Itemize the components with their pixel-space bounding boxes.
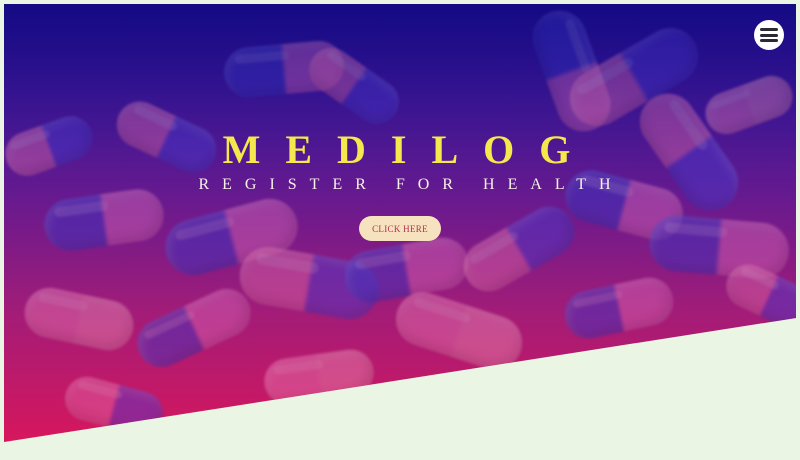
brand-title: MEDILOG (222, 127, 596, 172)
hamburger-menu-icon (760, 28, 778, 42)
menu-button[interactable] (754, 20, 784, 50)
click-here-button[interactable]: CLICK HERE (359, 216, 441, 241)
landing-page: MEDILOG REGISTER FOR HEALTH CLICK HERE (0, 0, 800, 460)
brand-tagline: REGISTER FOR HEALTH (198, 176, 624, 193)
